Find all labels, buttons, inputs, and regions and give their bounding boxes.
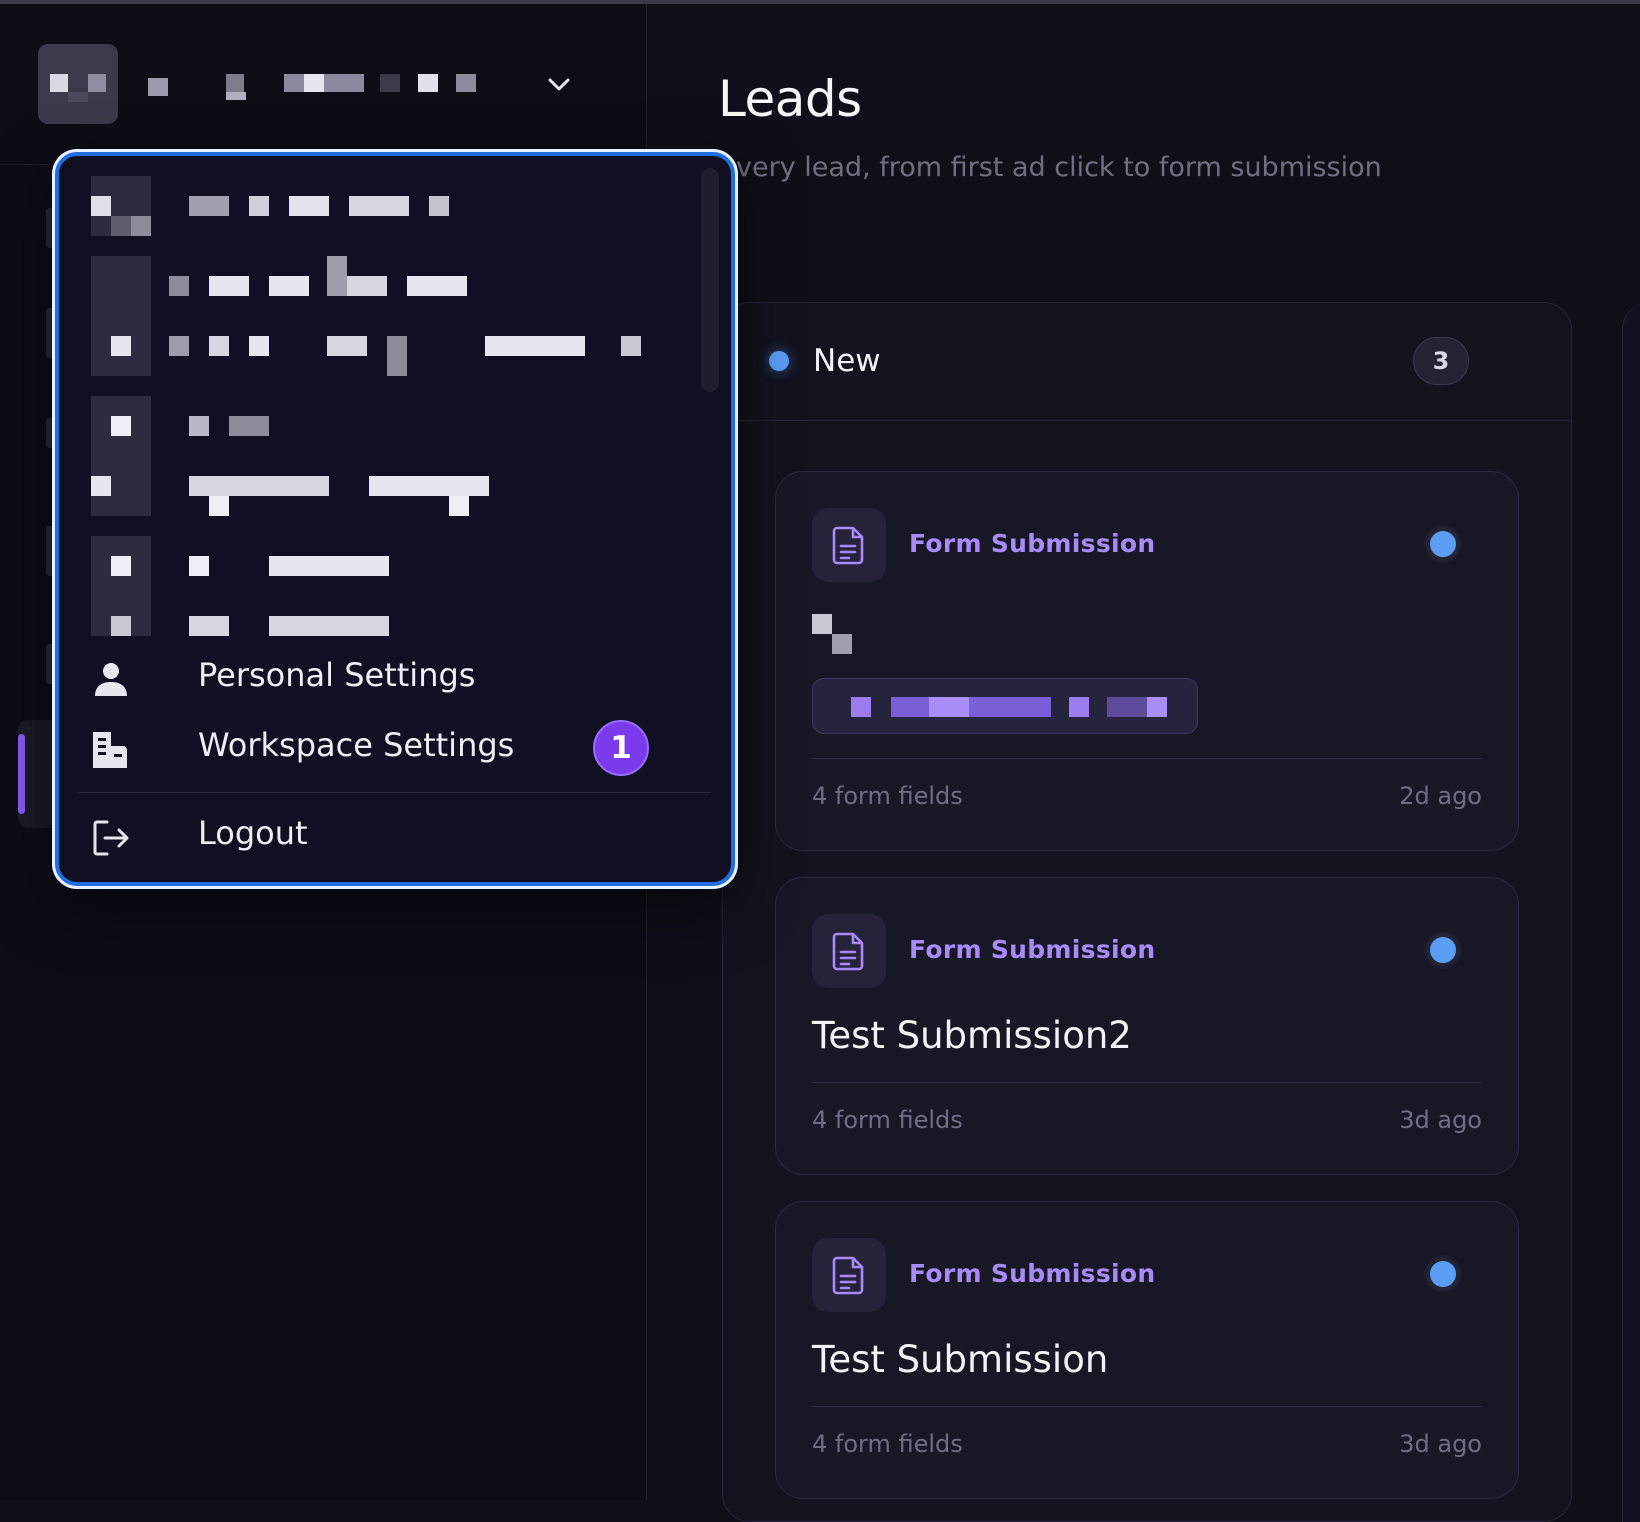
menu-item-personal-settings[interactable]: Personal Settings xyxy=(79,648,699,710)
card-title: Test Submission2 xyxy=(812,1014,1132,1057)
column-title: New xyxy=(813,343,881,379)
app-window: Leads very lead, from first ad click to … xyxy=(0,0,1640,1500)
workspace-entry-avatar xyxy=(91,396,151,516)
chevron-down-icon xyxy=(544,70,574,100)
card-title: Test Submission xyxy=(812,1338,1108,1381)
card-field-count: 4 form fields xyxy=(812,1430,963,1458)
card-status-dot xyxy=(1426,527,1460,561)
lead-card[interactable]: Form Submission Test Submission 4 form f… xyxy=(775,1201,1519,1499)
card-divider xyxy=(812,1406,1482,1407)
workspace-dropdown-menu: Personal Settings Workspace Settings 1 L… xyxy=(55,152,735,886)
card-divider xyxy=(812,1082,1482,1083)
card-status-dot xyxy=(1426,933,1460,967)
card-timestamp: 3d ago xyxy=(1399,1430,1482,1458)
menu-item-label: Workspace Settings xyxy=(198,726,514,764)
lead-card[interactable]: Form Submission 4 form fields 2d ago xyxy=(775,471,1519,851)
menu-item-workspace-settings[interactable]: Workspace Settings 1 xyxy=(79,718,699,780)
menu-item-logout[interactable]: Logout xyxy=(79,806,699,868)
active-indicator xyxy=(18,734,25,814)
card-timestamp: 3d ago xyxy=(1399,1106,1482,1134)
document-icon xyxy=(831,525,867,565)
lead-card[interactable]: Form Submission Test Submission2 4 form … xyxy=(775,877,1519,1175)
workspace-switcher[interactable] xyxy=(38,44,598,126)
card-timestamp: 2d ago xyxy=(1399,782,1482,810)
column-count-badge: 3 xyxy=(1413,337,1469,385)
card-divider xyxy=(812,758,1482,759)
workspace-entry-avatar xyxy=(91,256,151,376)
card-icon-box xyxy=(812,914,886,988)
logout-icon xyxy=(89,816,133,860)
workspace-name-redacted xyxy=(148,74,508,104)
card-icon-box xyxy=(812,1238,886,1312)
card-type-label: Form Submission xyxy=(909,1259,1155,1288)
person-icon xyxy=(89,658,133,702)
card-icon-box xyxy=(812,508,886,582)
card-tag-redacted xyxy=(812,678,1198,734)
document-icon xyxy=(831,931,867,971)
menu-divider xyxy=(79,792,711,793)
document-icon xyxy=(831,1255,867,1295)
card-field-count: 4 form fields xyxy=(812,782,963,810)
workspace-avatar xyxy=(38,44,118,124)
card-type-label: Form Submission xyxy=(909,529,1155,558)
page-subtitle: very lead, from first ad click to form s… xyxy=(736,152,1382,183)
column-header: New 3 xyxy=(723,303,1571,421)
menu-item-label: Personal Settings xyxy=(198,656,475,694)
dropdown-scrollbar[interactable] xyxy=(701,168,719,392)
page-title: Leads xyxy=(718,70,862,128)
menu-item-label: Logout xyxy=(198,814,308,852)
card-field-count: 4 form fields xyxy=(812,1106,963,1134)
building-icon xyxy=(89,728,133,772)
kanban-column-new: New 3 Form Submission xyxy=(722,302,1572,1522)
card-status-dot xyxy=(1426,1257,1460,1291)
column-status-dot xyxy=(769,351,789,371)
notification-badge: 1 xyxy=(593,720,649,776)
next-column-edge xyxy=(1622,302,1640,1522)
card-type-label: Form Submission xyxy=(909,935,1155,964)
